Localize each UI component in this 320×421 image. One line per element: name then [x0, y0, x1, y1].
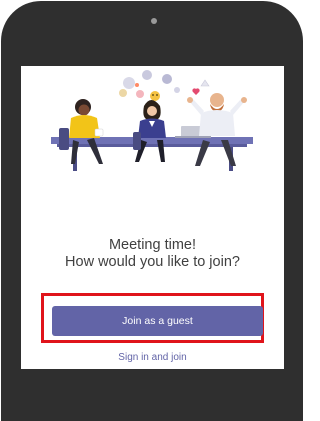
- join-prompt: Meeting time! How would you like to join…: [21, 237, 284, 271]
- sign-in-and-join-link[interactable]: Sign in and join: [21, 352, 284, 363]
- app-screen: Meeting time! How would you like to join…: [21, 66, 284, 369]
- heart-icon: [192, 88, 200, 95]
- prompt-question: How would you like to join?: [65, 254, 240, 270]
- meeting-illustration: [51, 70, 253, 171]
- join-as-guest-button[interactable]: Join as a guest: [52, 306, 263, 336]
- emoji-icon: [150, 91, 160, 101]
- prompt-title: Meeting time!: [108, 237, 197, 253]
- phone-speaker: [151, 18, 157, 24]
- speech-bubble-icon: [119, 70, 180, 98]
